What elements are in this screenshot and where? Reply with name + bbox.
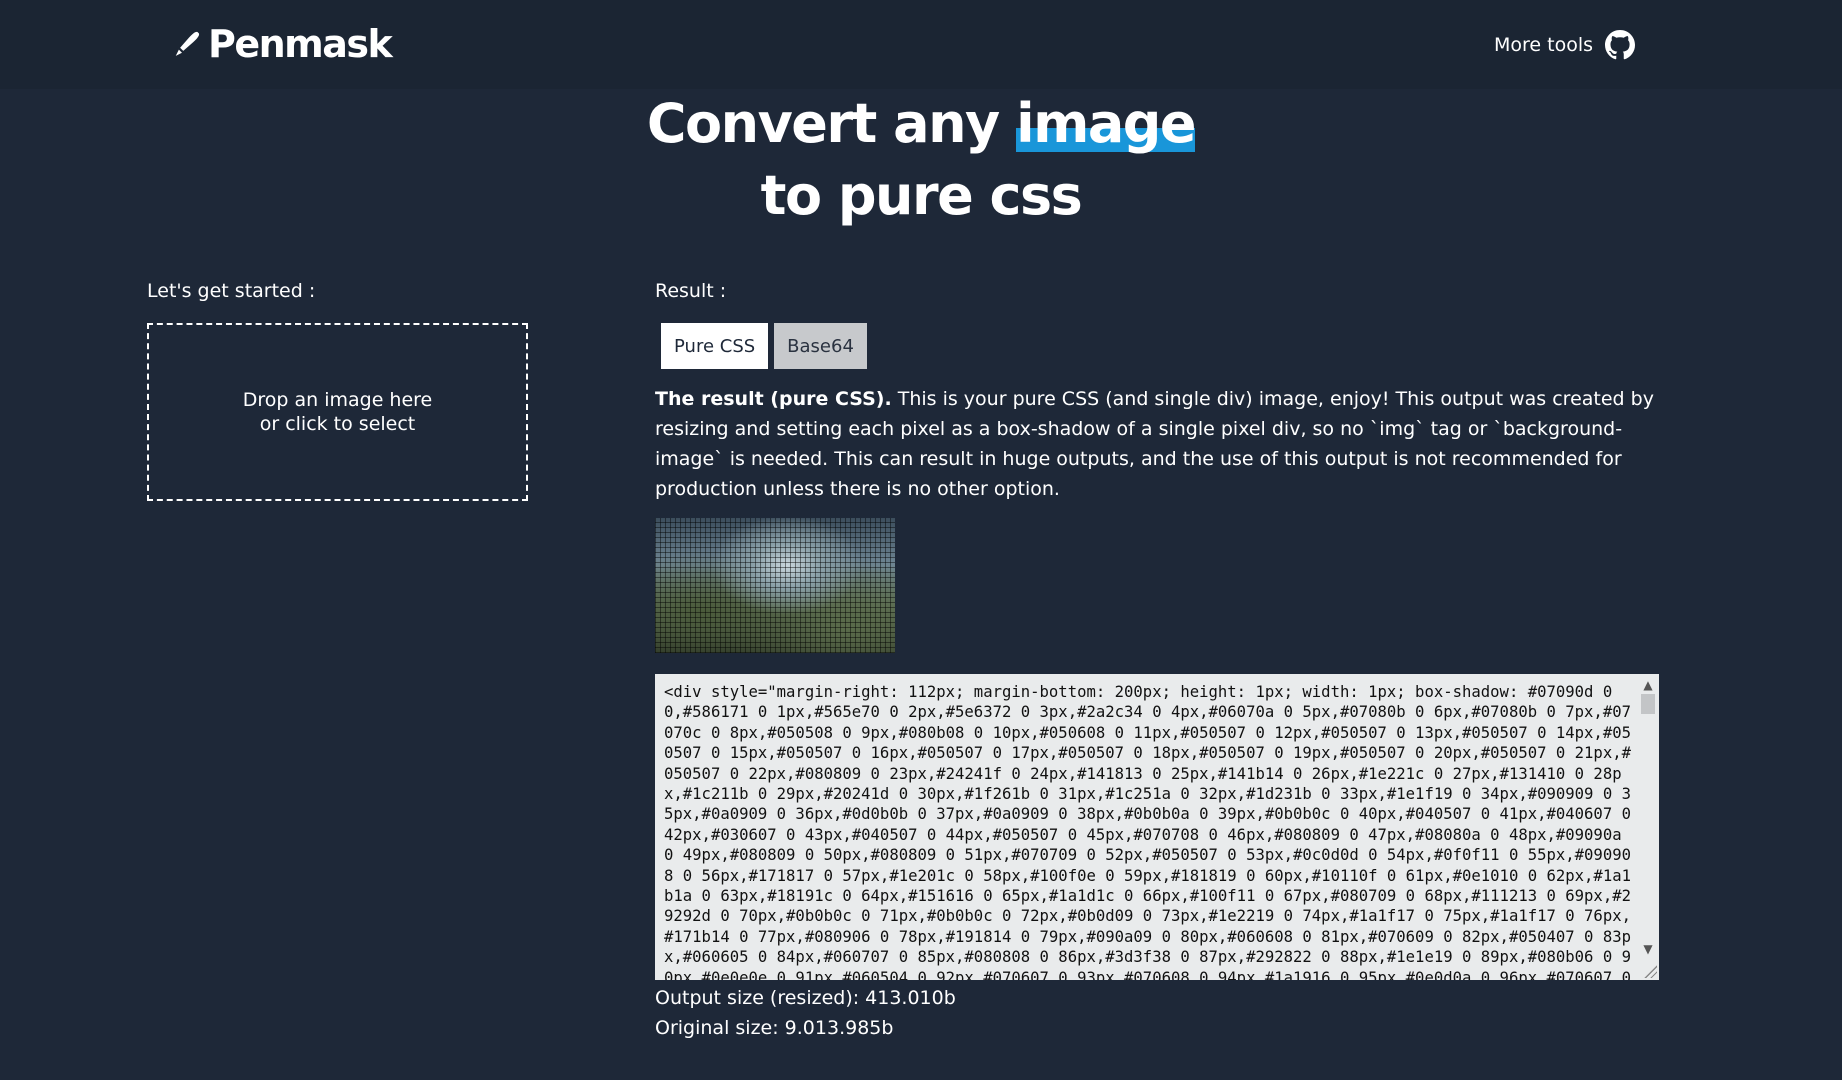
scroll-thumb[interactable] — [1641, 694, 1655, 714]
top-navbar: Penmask More tools — [0, 0, 1842, 89]
dropzone-line-1: Drop an image here — [242, 389, 433, 411]
resize-handle-icon[interactable] — [1643, 964, 1657, 978]
pen-icon — [175, 31, 200, 56]
hero-line-2: to pure css — [760, 164, 1083, 227]
original-size: Original size: 9.013.985b — [655, 1017, 894, 1039]
hero-highlight: image — [1016, 88, 1197, 160]
get-started-label: Let's get started : — [147, 280, 316, 302]
github-icon[interactable] — [1605, 30, 1636, 60]
css-output-textarea[interactable]: <div style="margin-right: 112px; margin-… — [655, 674, 1659, 980]
pixel-image-preview — [655, 518, 895, 653]
result-tabs: Pure CSS Base64 — [661, 323, 867, 369]
tab-pure-css[interactable]: Pure CSS — [661, 323, 769, 369]
tab-base64[interactable]: Base64 — [774, 323, 867, 369]
logo-text: Penmask — [208, 22, 393, 66]
logo[interactable]: Penmask — [172, 22, 393, 66]
result-label: Result : — [655, 280, 727, 302]
dropzone-line-2: or click to select — [259, 413, 416, 435]
image-dropzone[interactable]: Drop an image here or click to select — [147, 323, 528, 501]
description-bold: The result (pure CSS). — [655, 388, 892, 410]
more-tools-link[interactable]: More tools — [1494, 26, 1636, 64]
code-scrollbar[interactable]: ▲ ▼ — [1637, 674, 1659, 980]
result-description: The result (pure CSS). This is your pure… — [655, 384, 1655, 504]
scroll-down-icon[interactable]: ▼ — [1637, 940, 1659, 958]
output-size: Output size (resized): 413.010b — [655, 987, 956, 1009]
more-tools-label: More tools — [1494, 34, 1594, 56]
hero-title: Convert any image to pure css — [0, 88, 1842, 232]
hero-line-1: Convert any image — [0, 88, 1842, 160]
scroll-up-icon[interactable]: ▲ — [1637, 676, 1659, 694]
hero-prefix: Convert any — [646, 92, 1000, 155]
